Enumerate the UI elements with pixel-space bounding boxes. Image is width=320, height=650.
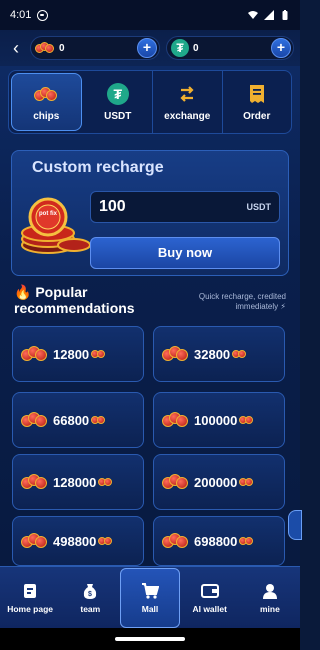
usdt-balance: 0 — [193, 42, 199, 54]
tether-icon: ₮ — [106, 82, 130, 105]
package-amount: 12800 — [53, 346, 90, 362]
popular-title: 🔥 Popular recommendations — [14, 284, 174, 316]
nav-team[interactable]: $ team — [60, 567, 120, 628]
chips-balance-pill: 0 + — [30, 36, 160, 60]
svg-text:$: $ — [88, 591, 92, 598]
chips-icon — [162, 473, 188, 491]
tab-bar: chips ₮ USDT exchange Order — [8, 70, 292, 134]
amount-value: 100 — [99, 198, 126, 215]
chips-icon — [162, 411, 188, 429]
package-amount: 128000 — [53, 474, 97, 490]
nav-home[interactable]: Home page — [0, 567, 60, 628]
package-card[interactable]: 698800 — [153, 516, 285, 566]
chip-stack-image: pot fix — [18, 193, 94, 257]
add-usdt-button[interactable]: + — [271, 38, 291, 58]
nav-label: AI wallet — [192, 603, 227, 614]
fire-icon: 🔥 — [14, 284, 32, 300]
signal-icon — [264, 10, 274, 20]
tab-label: USDT — [104, 110, 132, 122]
status-bar: 4:01 — [0, 0, 300, 30]
package-card[interactable]: 100000 — [153, 392, 285, 448]
nav-mall[interactable]: Mall — [120, 567, 180, 628]
package-card[interactable]: 12800 — [12, 326, 144, 382]
nav-label: mine — [259, 603, 280, 614]
home-gesture-bar[interactable] — [115, 637, 185, 641]
back-button[interactable]: ‹ — [6, 38, 26, 59]
chips-small-icon — [232, 349, 248, 359]
chips-icon — [21, 345, 47, 363]
system-nav-bar — [0, 628, 300, 650]
package-card[interactable]: 128000 — [12, 454, 144, 510]
chips-icon — [162, 532, 188, 550]
buy-now-button[interactable]: Buy now — [90, 237, 280, 269]
battery-icon — [282, 10, 288, 20]
package-card[interactable]: 200000 — [153, 454, 285, 510]
wallet-icon — [200, 582, 219, 600]
package-amount: 498800 — [53, 533, 97, 549]
chips-small-icon — [239, 477, 255, 487]
tab-usdt[interactable]: ₮ USDT — [84, 71, 153, 133]
chips-icon — [35, 41, 55, 55]
chips-small-icon — [98, 477, 114, 487]
status-time: 4:01 — [10, 9, 32, 21]
tab-label: exchange — [164, 110, 211, 122]
package-card[interactable]: 32800 — [153, 326, 285, 382]
bottom-nav: Home page $ team Mall AI wallet mine — [0, 566, 300, 628]
chips-icon — [21, 473, 47, 491]
chips-balance: 0 — [59, 42, 65, 54]
status-icons — [248, 10, 290, 20]
package-card[interactable]: 498800 — [12, 516, 144, 566]
top-bar: ‹ 0 + ₮ 0 + — [0, 30, 300, 66]
popular-note: Quick recharge, credited immediately ⚡ — [198, 292, 286, 311]
tab-label: Order — [243, 110, 271, 122]
package-amount: 200000 — [194, 474, 238, 490]
wifi-icon — [248, 11, 258, 19]
team-icon: $ — [81, 582, 99, 600]
main-content: chips ₮ USDT exchange Order Custom recha… — [0, 66, 300, 566]
package-amount: 698800 — [194, 533, 238, 549]
recharge-title: Custom recharge — [32, 159, 164, 176]
cart-icon — [141, 582, 159, 600]
exchange-icon — [175, 83, 199, 105]
home-icon — [21, 582, 39, 600]
chips-small-icon — [239, 536, 255, 546]
chips-icon — [34, 83, 58, 105]
nav-label: Home page — [7, 603, 54, 614]
usdt-balance-pill: ₮ 0 + — [166, 36, 294, 60]
nav-ai-wallet[interactable]: AI wallet — [180, 567, 240, 628]
chips-small-icon — [239, 415, 255, 425]
custom-recharge-panel: Custom recharge pot fix 100 USDT Buy now — [11, 150, 289, 276]
tether-icon: ₮ — [171, 39, 189, 57]
receipt-icon — [245, 83, 269, 105]
chip-brand-text: pot fix — [39, 211, 58, 217]
package-amount: 66800 — [53, 412, 90, 428]
nav-mine[interactable]: mine — [240, 567, 300, 628]
floating-side-tab[interactable] — [288, 510, 302, 540]
chips-small-icon — [98, 536, 114, 546]
tab-label: chips — [33, 110, 60, 122]
chips-icon — [21, 411, 47, 429]
chips-icon — [162, 345, 188, 363]
package-card[interactable]: 66800 — [12, 392, 144, 448]
chips-icon — [21, 532, 47, 550]
tab-exchange[interactable]: exchange — [153, 71, 223, 133]
chips-small-icon — [91, 415, 107, 425]
chips-small-icon — [91, 349, 107, 359]
amount-unit: USDT — [246, 202, 272, 212]
popular-title-text: Popular recommendations — [14, 284, 135, 316]
package-amount: 100000 — [194, 412, 238, 428]
amount-input[interactable]: 100 USDT — [90, 191, 280, 223]
tab-chips[interactable]: chips — [11, 73, 82, 131]
user-icon — [261, 582, 279, 600]
package-amount: 32800 — [194, 346, 231, 362]
nav-label: team — [80, 603, 101, 614]
tab-order[interactable]: Order — [223, 71, 292, 133]
nav-label: Mall — [141, 603, 159, 614]
app-notification-icon — [37, 9, 49, 21]
add-chips-button[interactable]: + — [137, 38, 157, 58]
